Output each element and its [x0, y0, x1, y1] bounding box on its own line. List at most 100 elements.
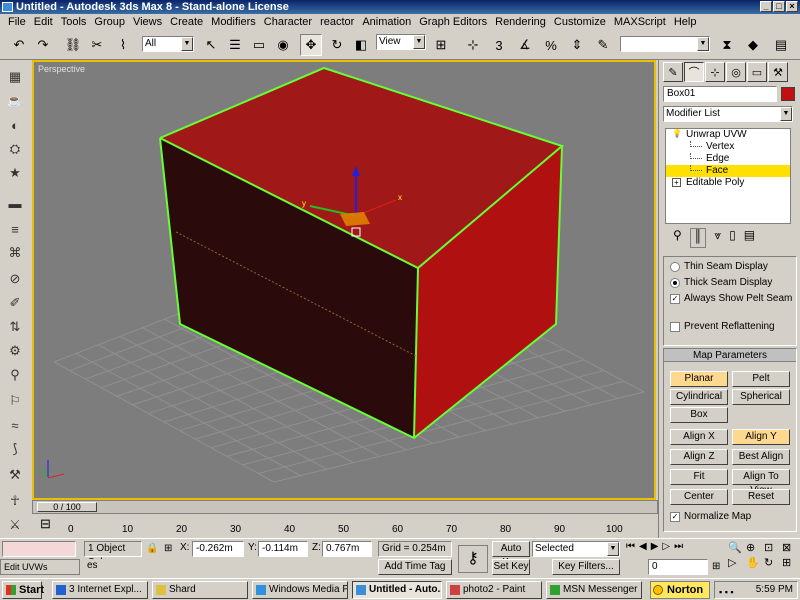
menu-reactor[interactable]: reactor — [316, 14, 358, 30]
bend-icon[interactable]: ⟆ — [4, 438, 26, 460]
named-selection-dropdown[interactable]: ▼ — [620, 36, 710, 52]
menu-rendering[interactable]: Rendering — [491, 14, 550, 30]
map-parameters-header[interactable]: Map Parameters — [664, 349, 796, 362]
helper-icon[interactable]: ≡ — [4, 218, 26, 240]
center-button[interactable]: Center — [670, 489, 728, 505]
prevent-reflattening-checkbox[interactable]: Prevent Reflattening — [670, 321, 775, 333]
pelt-button[interactable]: Pelt — [732, 371, 790, 387]
set-key-button[interactable]: Set Key — [492, 559, 530, 575]
zoom-extents-icon[interactable]: ⊡ — [764, 541, 780, 554]
redo-icon[interactable]: ↷ — [32, 34, 54, 56]
x-coordinate-field[interactable]: -0.262m — [192, 541, 244, 557]
track-view-icon[interactable]: ⊟ — [40, 516, 51, 532]
window-crossing-icon[interactable]: ◉ — [272, 34, 294, 56]
star-icon[interactable]: ★ — [4, 162, 26, 184]
rect-selection-icon[interactable]: ▭ — [248, 34, 270, 56]
zoom-all-icon[interactable]: ⊕ — [746, 541, 762, 554]
key-icon[interactable]: ⚷ — [458, 545, 488, 573]
motion-tab-icon[interactable]: ◎ — [726, 62, 746, 82]
fov-icon[interactable]: ▷ — [728, 556, 744, 569]
menu-create[interactable]: Create — [166, 14, 207, 30]
menu-character[interactable]: Character — [260, 14, 316, 30]
select-by-name-icon[interactable]: ☰ — [224, 34, 246, 56]
absolute-mode-icon[interactable]: ⊞ — [164, 543, 172, 554]
task-msn-messenger[interactable]: MSN Messenger — [546, 581, 642, 599]
stack-item-edge[interactable]: Edge — [666, 153, 790, 165]
fit-button[interactable]: Fit — [670, 469, 728, 485]
lock-icon[interactable]: 🔒 — [146, 543, 158, 554]
select-move-icon[interactable]: ✥ — [300, 34, 322, 56]
plus-icon[interactable]: + — [672, 178, 681, 187]
tool-icon[interactable]: ⚒ — [4, 464, 26, 486]
next-frame-icon[interactable]: ▷ — [662, 541, 670, 552]
perspective-viewport[interactable]: Perspective x y — [32, 60, 656, 500]
brush-icon[interactable]: ✐ — [4, 292, 26, 314]
select-object-icon[interactable]: ↖ — [200, 34, 222, 56]
align-icon[interactable]: ◆ — [742, 34, 764, 56]
norton-button[interactable]: Norton — [650, 581, 710, 599]
auto-key-button[interactable]: Auto Key — [492, 541, 530, 568]
tray-icons[interactable]: ▪ ▪ ▪ — [719, 584, 734, 600]
menu-views[interactable]: Views — [129, 14, 166, 30]
menu-edit[interactable]: Edit — [30, 14, 57, 30]
menu-tools[interactable]: Tools — [57, 14, 91, 30]
menu-group[interactable]: Group — [90, 14, 129, 30]
edit-uvws-window[interactable]: Edit UVWs — [0, 559, 80, 575]
pin-icon[interactable]: ⚐ — [4, 390, 26, 412]
menu-file[interactable]: File — [4, 14, 30, 30]
current-frame-field[interactable]: 0 — [648, 559, 708, 575]
settings-icon[interactable]: ⚙ — [4, 340, 26, 362]
show-end-result-icon[interactable]: ║ — [689, 228, 707, 248]
close-button[interactable]: × — [786, 1, 798, 12]
create-tab-icon[interactable]: ✎ — [663, 62, 683, 82]
time-slider-track[interactable]: 0 / 100 — [32, 500, 658, 514]
menu-customize[interactable]: Customize — [550, 14, 610, 30]
percent-snap-icon[interactable]: % — [540, 34, 562, 56]
object-color-swatch[interactable] — [781, 87, 795, 101]
space-warp-icon[interactable]: ⌘ — [4, 242, 26, 264]
maximize-viewport-icon[interactable]: ⊞ — [782, 556, 798, 569]
camera-icon[interactable]: ▬ — [4, 192, 26, 214]
menu-help[interactable]: Help — [670, 14, 701, 30]
align-to-view-button[interactable]: Align To View — [732, 469, 790, 496]
named-selection-icon[interactable]: ✎ — [592, 34, 614, 56]
align-z-button[interactable]: Align Z — [670, 449, 728, 465]
stack-item-editable-poly[interactable]: + Editable Poly — [666, 177, 790, 189]
align-x-button[interactable]: Align X — [670, 429, 728, 445]
start-button[interactable]: Start — [2, 581, 44, 599]
rig-icon[interactable]: ⚔ — [4, 514, 26, 536]
arc-rotate-icon[interactable]: ↻ — [764, 556, 780, 569]
modify-tab-icon[interactable]: ⌒ — [684, 62, 704, 82]
display-tab-icon[interactable]: ▭ — [747, 62, 767, 82]
menu-modifiers[interactable]: Modifiers — [207, 14, 260, 30]
align-y-button[interactable]: Align Y — [732, 429, 790, 445]
add-time-tag-button[interactable]: Add Time Tag — [378, 559, 452, 575]
select-manipulate-icon[interactable]: ⊹ — [462, 34, 484, 56]
geometry-icon[interactable]: ▦ — [4, 66, 26, 88]
pin-stack-icon[interactable]: ⚲ — [673, 228, 682, 248]
previous-frame-icon[interactable]: ◀ — [639, 541, 647, 552]
snaps-toggle-icon[interactable]: 3 — [488, 34, 510, 56]
spherical-button[interactable]: Spherical — [732, 389, 790, 405]
thick-seam-radio[interactable]: Thick Seam Display — [670, 277, 772, 289]
task-shard[interactable]: Shard — [152, 581, 248, 599]
task-paint[interactable]: photo2 - Paint — [446, 581, 542, 599]
maximize-button[interactable]: □ — [773, 1, 785, 12]
angle-snap-icon[interactable]: ∡ — [514, 34, 536, 56]
menu-animation[interactable]: Animation — [358, 14, 415, 30]
z-coordinate-field[interactable]: 0.767m — [322, 541, 372, 557]
time-config-icon[interactable]: ⊞ — [712, 561, 720, 572]
select-rotate-icon[interactable]: ↻ — [326, 34, 348, 56]
sphere-icon[interactable]: ◐ — [4, 114, 26, 136]
reset-button[interactable]: Reset — [732, 489, 790, 505]
system-icon[interactable]: ⊘ — [4, 268, 26, 290]
selection-filter-dropdown[interactable]: All ▼ — [142, 36, 194, 52]
spinner-snap-icon[interactable]: ⇕ — [566, 34, 588, 56]
unlink-icon[interactable]: ✂ — [86, 34, 108, 56]
normalize-map-checkbox[interactable]: ✓ Normalize Map — [670, 511, 751, 523]
bulb-icon[interactable]: 💡 — [672, 130, 682, 139]
go-to-start-icon[interactable]: ⏮ — [626, 541, 635, 552]
bone-icon[interactable]: ⚲ — [4, 364, 26, 386]
biped-icon[interactable]: ☥ — [4, 490, 26, 512]
key-filters-button[interactable]: Key Filters... — [552, 559, 620, 575]
